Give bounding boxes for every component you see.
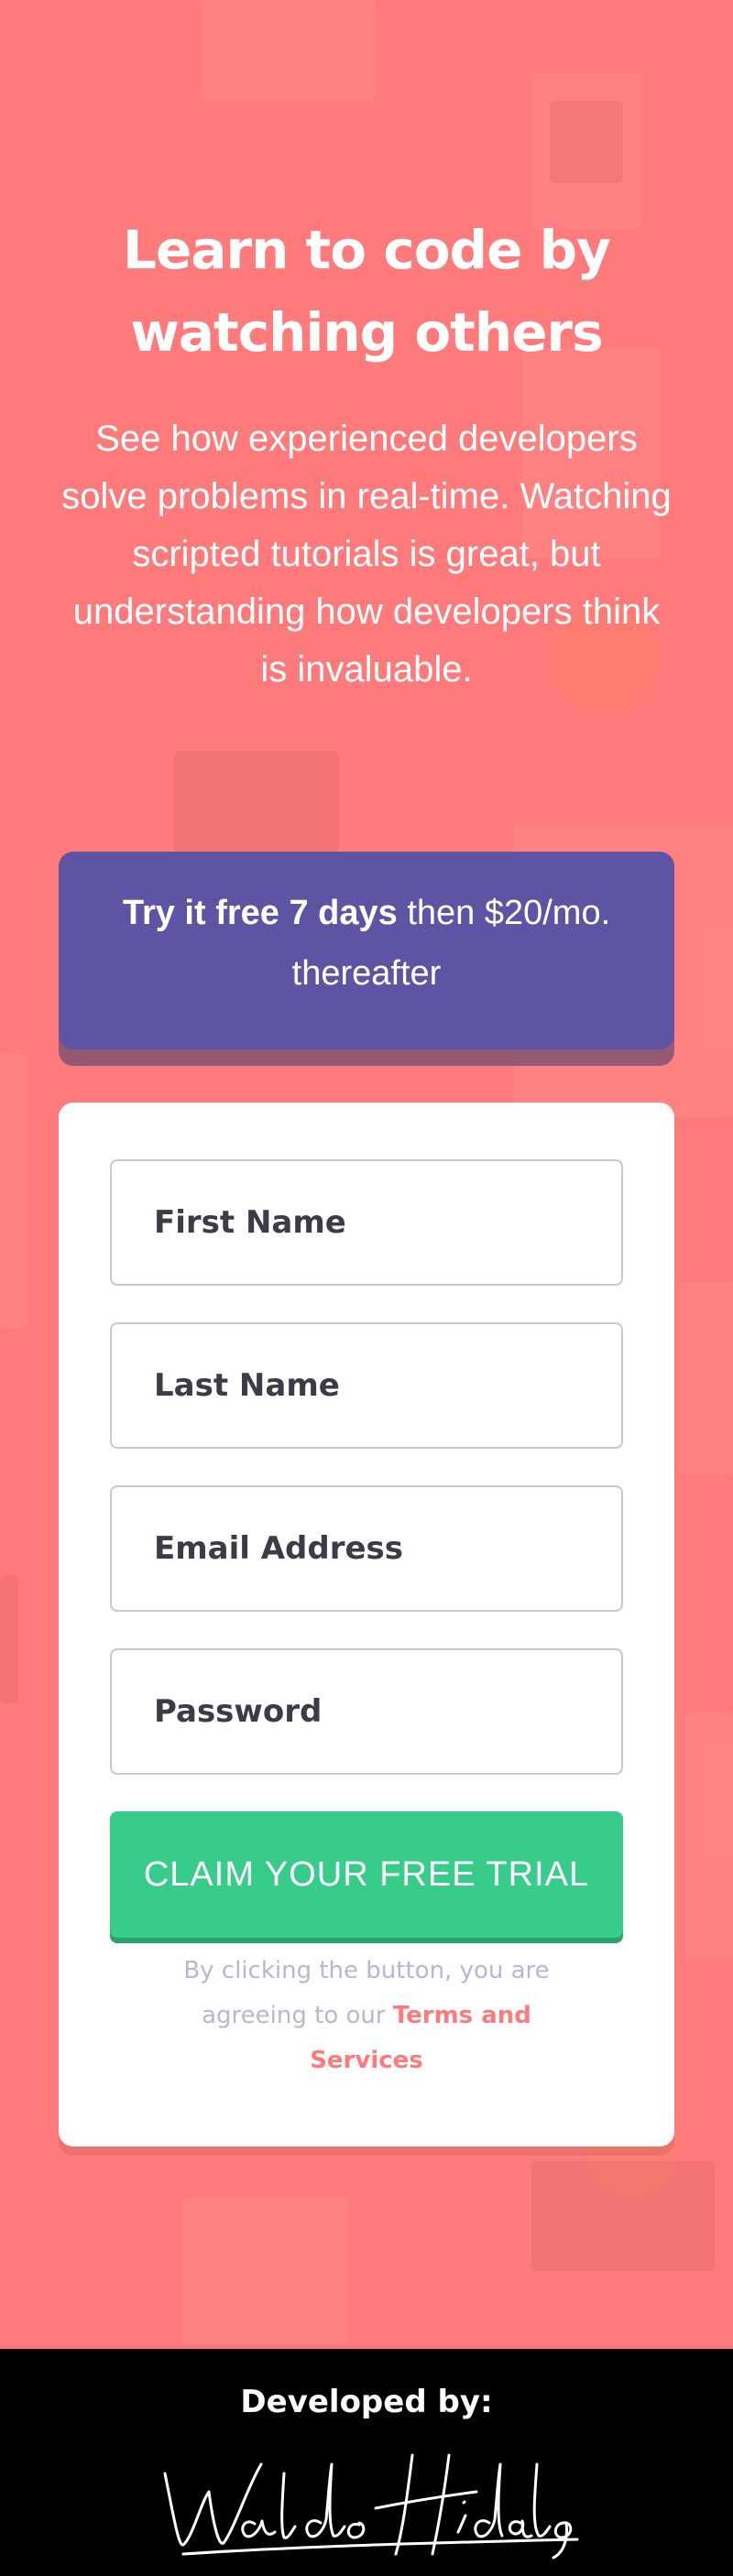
hero-title: Learn to code by watching others [123,219,611,364]
terms-notice: By clicking the button, you are agreeing… [150,1949,583,2083]
first-name-field[interactable]: First Name [110,1159,623,1286]
hero-section: Learn to code by watching others See how… [46,209,687,699]
hero-description: See how experienced developers solve pro… [61,418,672,690]
signup-form: First Name Last Name Email Address Passw… [59,1103,674,2147]
last-name-field[interactable]: Last Name [110,1322,623,1449]
offer-banner: Try it free 7 days then $20/mo. thereaft… [59,852,674,1049]
claim-trial-button[interactable]: CLAIM YOUR FREE TRIAL [110,1811,623,1938]
footer-label: Developed by: [240,2384,493,2420]
password-field[interactable]: Password [110,1648,623,1775]
email-field[interactable]: Email Address [110,1485,623,1612]
signature-logo [163,2453,579,2560]
offer-highlight: Try it free 7 days [122,894,398,932]
footer: Developed by: [0,2349,733,2576]
